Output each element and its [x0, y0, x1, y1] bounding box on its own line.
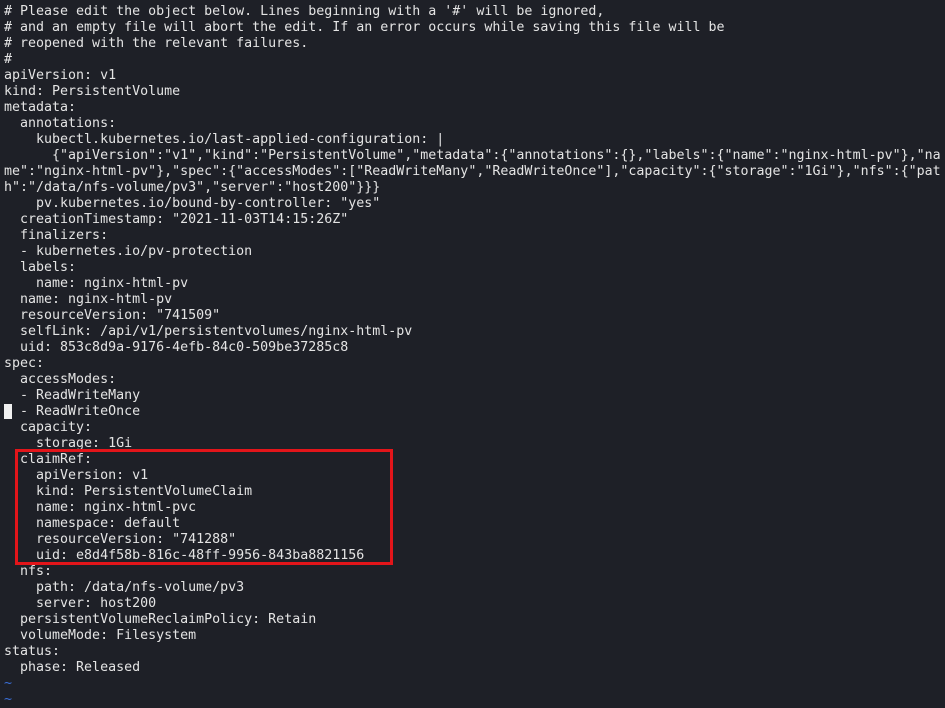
editor-line[interactable]: spec: [4, 356, 941, 372]
editor-line[interactable]: me":"nginx-html-pv"},"spec":{"accessMode… [4, 164, 941, 180]
empty-line-tilde: ~ [4, 692, 13, 707]
editor-line[interactable]: # and an empty file will abort the edit.… [4, 20, 941, 36]
editor-line[interactable]: phase: Released [4, 660, 941, 676]
editor-line[interactable]: kubectl.kubernetes.io/last-applied-confi… [4, 132, 941, 148]
editor-line[interactable]: name: nginx-html-pv [4, 292, 941, 308]
editor-line[interactable]: volumeMode: Filesystem [4, 628, 941, 644]
editor-line[interactable]: finalizers: [4, 228, 941, 244]
editor-line[interactable]: # reopened with the relevant failures. [4, 36, 941, 52]
claimref-highlight-box [15, 449, 393, 565]
editor-line[interactable]: nfs: [4, 564, 941, 580]
empty-line-tilde: ~ [4, 676, 13, 691]
editor-line[interactable]: - ReadWriteOnce [4, 404, 941, 420]
text-cursor [4, 404, 12, 419]
editor-line[interactable]: - ReadWriteMany [4, 388, 941, 404]
editor-line[interactable]: persistentVolumeReclaimPolicy: Retain [4, 612, 941, 628]
editor-line[interactable]: metadata: [4, 100, 941, 116]
editor-line[interactable]: # Please edit the object below. Lines be… [4, 4, 941, 20]
editor-line[interactable]: uid: 853c8d9a-9176-4efb-84c0-509be37285c… [4, 340, 941, 356]
editor-line[interactable]: path: /data/nfs-volume/pv3 [4, 580, 941, 596]
editor-line[interactable]: creationTimestamp: "2021-11-03T14:15:26Z… [4, 212, 941, 228]
editor-line[interactable]: apiVersion: v1 [4, 68, 941, 84]
editor-line[interactable]: capacity: [4, 420, 941, 436]
editor-line[interactable]: - kubernetes.io/pv-protection [4, 244, 941, 260]
editor-line[interactable]: pv.kubernetes.io/bound-by-controller: "y… [4, 196, 941, 212]
editor-line[interactable]: name: nginx-html-pv [4, 276, 941, 292]
editor-line[interactable]: accessModes: [4, 372, 941, 388]
editor-line[interactable]: {"apiVersion":"v1","kind":"PersistentVol… [4, 148, 941, 164]
editor-line[interactable]: h":"/data/nfs-volume/pv3","server":"host… [4, 180, 941, 196]
editor-line[interactable]: labels: [4, 260, 941, 276]
editor-line[interactable]: kind: PersistentVolume [4, 84, 941, 100]
vim-editor-buffer[interactable]: # Please edit the object below. Lines be… [4, 4, 941, 708]
editor-line[interactable]: annotations: [4, 116, 941, 132]
editor-line[interactable]: server: host200 [4, 596, 941, 612]
editor-line[interactable]: resourceVersion: "741509" [4, 308, 941, 324]
editor-line[interactable]: selfLink: /api/v1/persistentvolumes/ngin… [4, 324, 941, 340]
editor-line[interactable]: status: [4, 644, 941, 660]
editor-line[interactable]: # [4, 52, 941, 68]
